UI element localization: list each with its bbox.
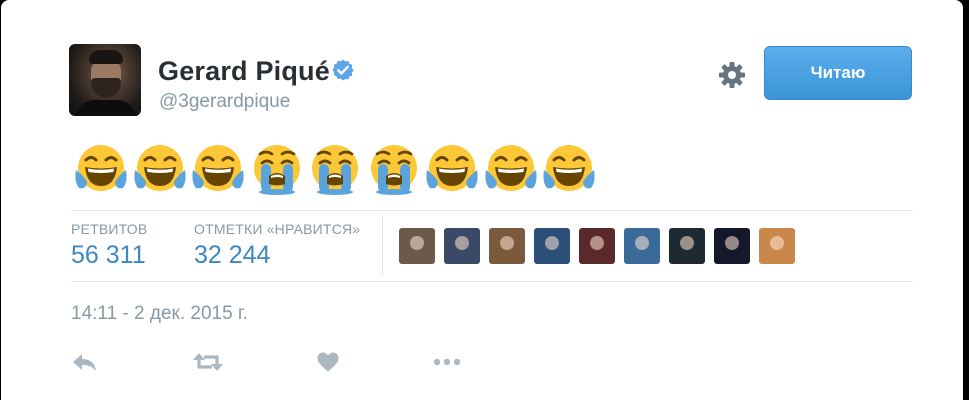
liker-avatars [399, 228, 804, 264]
verified-badge-icon [332, 59, 354, 81]
retweet-icon[interactable] [192, 350, 224, 374]
loudly-crying-face-emoji [249, 140, 308, 196]
liker-avatar[interactable] [489, 228, 525, 264]
tears-of-joy-emoji [541, 140, 600, 196]
avatar[interactable] [69, 44, 141, 116]
gear-icon[interactable] [717, 60, 747, 90]
likes-count[interactable]: 32 244 [194, 241, 270, 270]
liker-avatar[interactable] [669, 228, 705, 264]
more-icon[interactable] [432, 350, 462, 374]
timestamp[interactable]: 14:11 - 2 дек. 2015 г. [71, 303, 248, 325]
like-icon[interactable] [316, 350, 340, 374]
liker-avatar[interactable] [579, 228, 615, 264]
tears-of-joy-emoji [190, 140, 249, 196]
tears-of-joy-emoji [132, 140, 191, 196]
liker-avatar[interactable] [759, 228, 795, 264]
follow-button[interactable]: Читаю [764, 46, 912, 100]
retweets-count[interactable]: 56 311 [71, 241, 146, 270]
tears-of-joy-emoji [424, 140, 483, 196]
tears-of-joy-emoji [73, 140, 132, 196]
liker-avatar[interactable] [624, 228, 660, 264]
stats-divider [382, 216, 383, 276]
author-handle[interactable]: @3gerardpique [159, 91, 290, 113]
retweets-label[interactable]: РЕТВИТОВ [71, 221, 147, 237]
reply-icon[interactable] [71, 350, 99, 374]
divider [71, 281, 913, 282]
tears-of-joy-emoji [483, 140, 542, 196]
tweet-card: Gerard Piqué @3gerardpique Читаю РЕТВИТО… [1, 0, 963, 400]
liker-avatar[interactable] [534, 228, 570, 264]
liker-avatar[interactable] [399, 228, 435, 264]
liker-avatar[interactable] [714, 228, 750, 264]
author-name[interactable]: Gerard Piqué [158, 56, 330, 87]
loudly-crying-face-emoji [366, 140, 425, 196]
loudly-crying-face-emoji [307, 140, 366, 196]
likes-label[interactable]: ОТМЕТКИ «НРАВИТСЯ» [194, 221, 360, 237]
tweet-text [73, 140, 600, 196]
liker-avatar[interactable] [444, 228, 480, 264]
divider [71, 210, 913, 211]
